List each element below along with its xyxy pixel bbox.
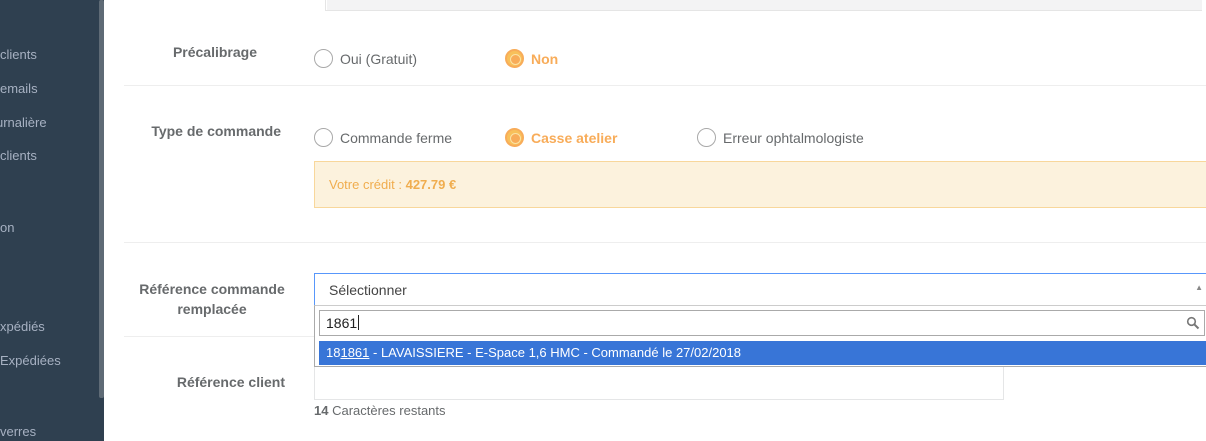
characters-remaining: 14 Caractères restants [314, 403, 446, 418]
remaining-count: 14 [314, 403, 329, 418]
casse-atelier-radio[interactable]: Casse atelier [505, 128, 617, 147]
radio-label: Commande ferme [340, 129, 453, 146]
remaining-text: Caractères restants [328, 403, 446, 418]
option-prefix: 18 [326, 345, 341, 360]
radio-label: Non [531, 50, 559, 67]
precalibrage-label: Précalibrage [172, 44, 257, 60]
caret-up-icon[interactable]: ▲ [1195, 283, 1203, 292]
commande-ferme-radio[interactable]: Commande ferme [314, 128, 452, 147]
sidebar-item-clients[interactable]: clients [0, 47, 37, 62]
sidebar-item-expedies[interactable]: xpédiés [0, 319, 45, 334]
sidebar-item-on[interactable]: on [0, 220, 14, 235]
tab-active[interactable] [140, 0, 326, 11]
radio-circle[interactable] [697, 128, 716, 147]
sidebar-item-expediees[interactable]: Expédiées [0, 353, 61, 368]
main-content: Précalibrage Oui (Gratuit) Non Type de c… [104, 0, 1206, 441]
dropdown-option-highlighted[interactable]: 181861 - LAVAISSIERE - E-Space 1,6 HMC -… [319, 341, 1206, 365]
label-line-2: remplacée [177, 301, 247, 317]
search-icon [1186, 316, 1200, 330]
credit-prefix: Votre crédit : [329, 177, 406, 192]
radio-label: Oui (Gratuit) [340, 50, 418, 67]
radio-label: Casse atelier [531, 129, 618, 146]
tab-inactive[interactable] [327, 0, 1202, 10]
reference-client-label: Référence client [176, 374, 285, 390]
radio-circle[interactable] [314, 49, 333, 68]
reference-dropdown: 1861 181861 - LAVAISSIERE - E-Space 1,6 … [314, 305, 1206, 367]
credit-alert: Votre crédit : 427.79 € [314, 161, 1206, 208]
radio-label: Erreur ophtalmologiste [723, 129, 864, 146]
radio-circle[interactable] [314, 128, 333, 147]
text-caret [358, 315, 360, 330]
erreur-ophtalmologiste-radio[interactable]: Erreur ophtalmologiste [697, 128, 864, 147]
precalibrage-oui-radio[interactable]: Oui (Gratuit) [314, 49, 417, 68]
sidebar-item-verres[interactable]: verres [0, 424, 36, 439]
sidebar-item-clients-2[interactable]: clients [0, 148, 37, 163]
divider [124, 336, 314, 337]
reference-remplacee-label: Référence commande remplacée [134, 279, 290, 319]
select-value: Sélectionner [329, 282, 407, 298]
sidebar: clients emails urnalière clients on xpéd… [0, 0, 104, 441]
type-commande-label: Type de commande [151, 123, 281, 139]
radio-circle-checked[interactable] [505, 49, 524, 68]
sidebar-item-journaliere[interactable]: urnalière [0, 115, 47, 130]
divider [124, 242, 1206, 243]
credit-amount: 427.79 € [405, 177, 457, 192]
reference-remplacee-select[interactable]: Sélectionner ▲ [314, 273, 1206, 306]
precalibrage-non-radio[interactable]: Non [505, 49, 558, 68]
dropdown-search-input[interactable]: 1861 [319, 310, 1205, 336]
radio-circle-checked[interactable] [505, 128, 524, 147]
sidebar-item-emails[interactable]: emails [0, 81, 38, 96]
tab-bar [140, 0, 1202, 11]
reference-client-input[interactable] [314, 366, 1004, 400]
divider [124, 85, 1206, 86]
option-match: 1861 [340, 345, 370, 360]
search-value: 1861 [326, 315, 358, 331]
option-suffix: - LAVAISSIERE - E-Space 1,6 HMC - Comman… [369, 345, 742, 360]
label-line-1: Référence commande [139, 281, 285, 297]
